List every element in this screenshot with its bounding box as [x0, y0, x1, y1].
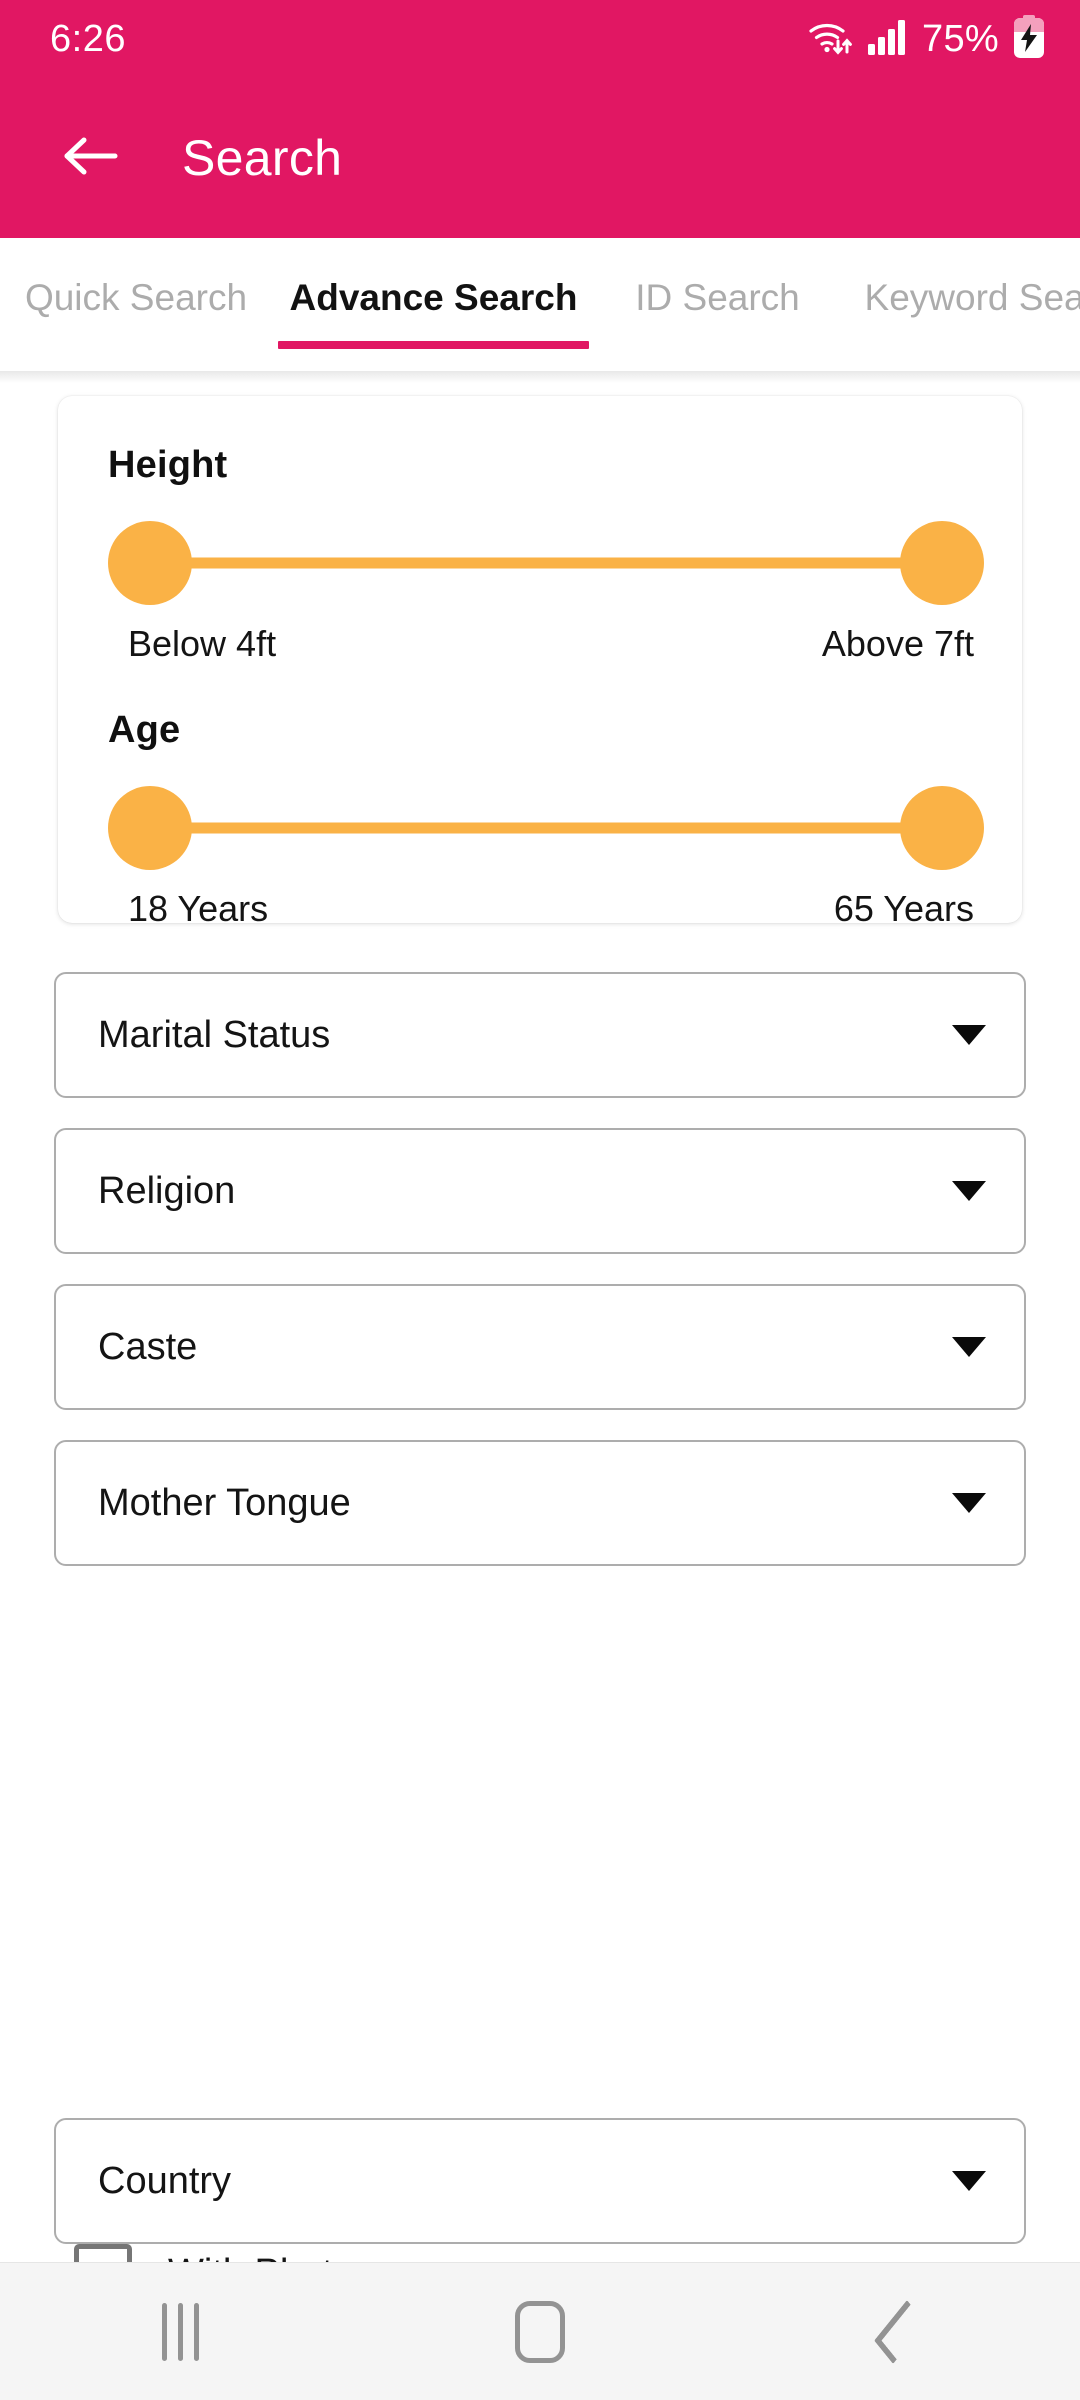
tab-label: Quick Search [24, 276, 248, 318]
height-slider-thumb-max[interactable] [900, 521, 984, 605]
home-icon [515, 2300, 565, 2363]
age-max-label: 65 Years [833, 888, 974, 929]
home-button[interactable] [360, 2300, 720, 2363]
tab-id-search[interactable]: ID Search [595, 238, 840, 371]
tab-bar[interactable]: Quick Search Advance Search ID Search Ke… [0, 238, 1080, 371]
chevron-down-icon [952, 1181, 986, 1201]
recents-button[interactable] [0, 2302, 360, 2361]
age-min-label: 18 Years [128, 888, 269, 929]
height-max-label: Above 7ft [821, 623, 974, 664]
dropdown-country[interactable]: Country [54, 2118, 1026, 2244]
cellular-signal-icon [867, 18, 909, 61]
age-slider-labels: 18 Years 65 Years [108, 888, 984, 930]
battery-charging-icon [1012, 14, 1046, 64]
age-slider-group: Age 18 Years 65 Years [108, 709, 984, 930]
range-sliders-card: Height Below 4ft Above 7ft Age 18 Years … [58, 396, 1022, 929]
back-button[interactable] [48, 115, 134, 201]
dropdown-label: Country [98, 2159, 232, 2202]
chevron-down-icon [952, 1337, 986, 1357]
dropdown-label: Marital Status [98, 1013, 331, 1056]
tab-bar-divider [0, 371, 1080, 383]
age-slider-thumb-min[interactable] [108, 786, 192, 870]
arrow-left-icon [61, 134, 121, 183]
dropdown-label: Caste [98, 1325, 198, 1368]
dropdown-marital-status[interactable]: Marital Status [54, 972, 1026, 1098]
height-slider-thumb-min[interactable] [108, 521, 192, 605]
chevron-down-icon [952, 2171, 986, 2191]
tab-label: Advance Search [289, 276, 578, 318]
height-slider-group: Height Below 4ft Above 7ft [108, 444, 984, 665]
page-title: Search [182, 130, 343, 186]
tab-label: ID Search [635, 276, 800, 318]
status-icons: 75% [806, 14, 1046, 64]
tab-quick-search[interactable]: Quick Search [0, 238, 272, 371]
app-bar: Search [0, 78, 1080, 238]
tab-label: Keyword Searc [864, 276, 1080, 318]
android-navigation-bar [0, 2262, 1080, 2400]
battery-percent-label: 75% [922, 18, 999, 60]
age-slider[interactable] [108, 782, 984, 874]
status-clock: 6:26 [50, 18, 126, 60]
height-slider-labels: Below 4ft Above 7ft [108, 623, 984, 665]
height-slider[interactable] [108, 517, 984, 609]
height-slider-track[interactable] [150, 557, 942, 569]
recents-icon [161, 2302, 199, 2361]
height-slider-title: Height [108, 444, 228, 486]
back-nav-button[interactable] [720, 2299, 1080, 2364]
chevron-down-icon [952, 1025, 986, 1045]
tab-advance-search[interactable]: Advance Search [272, 238, 595, 371]
status-bar: 6:26 75% [0, 0, 1080, 78]
age-slider-title: Age [108, 709, 181, 751]
active-tab-indicator [278, 341, 589, 349]
chevron-down-icon [952, 1493, 986, 1513]
back-chevron-icon [874, 2299, 926, 2364]
dropdown-label: Mother Tongue [98, 1481, 351, 1524]
dropdown-mother-tongue[interactable]: Mother Tongue [54, 1440, 1026, 1566]
dropdown-label: Religion [98, 1169, 236, 1212]
phone-screen: 6:26 75% Search Quick Search Advance Sea… [0, 0, 1080, 2400]
dropdown-caste[interactable]: Caste [54, 1284, 1026, 1410]
age-slider-thumb-max[interactable] [900, 786, 984, 870]
dropdown-religion[interactable]: Religion [54, 1128, 1026, 1254]
wifi-icon [806, 17, 854, 62]
height-min-label: Below 4ft [128, 623, 277, 664]
age-slider-track[interactable] [150, 822, 942, 834]
tab-keyword-search[interactable]: Keyword Searc [840, 238, 1080, 371]
